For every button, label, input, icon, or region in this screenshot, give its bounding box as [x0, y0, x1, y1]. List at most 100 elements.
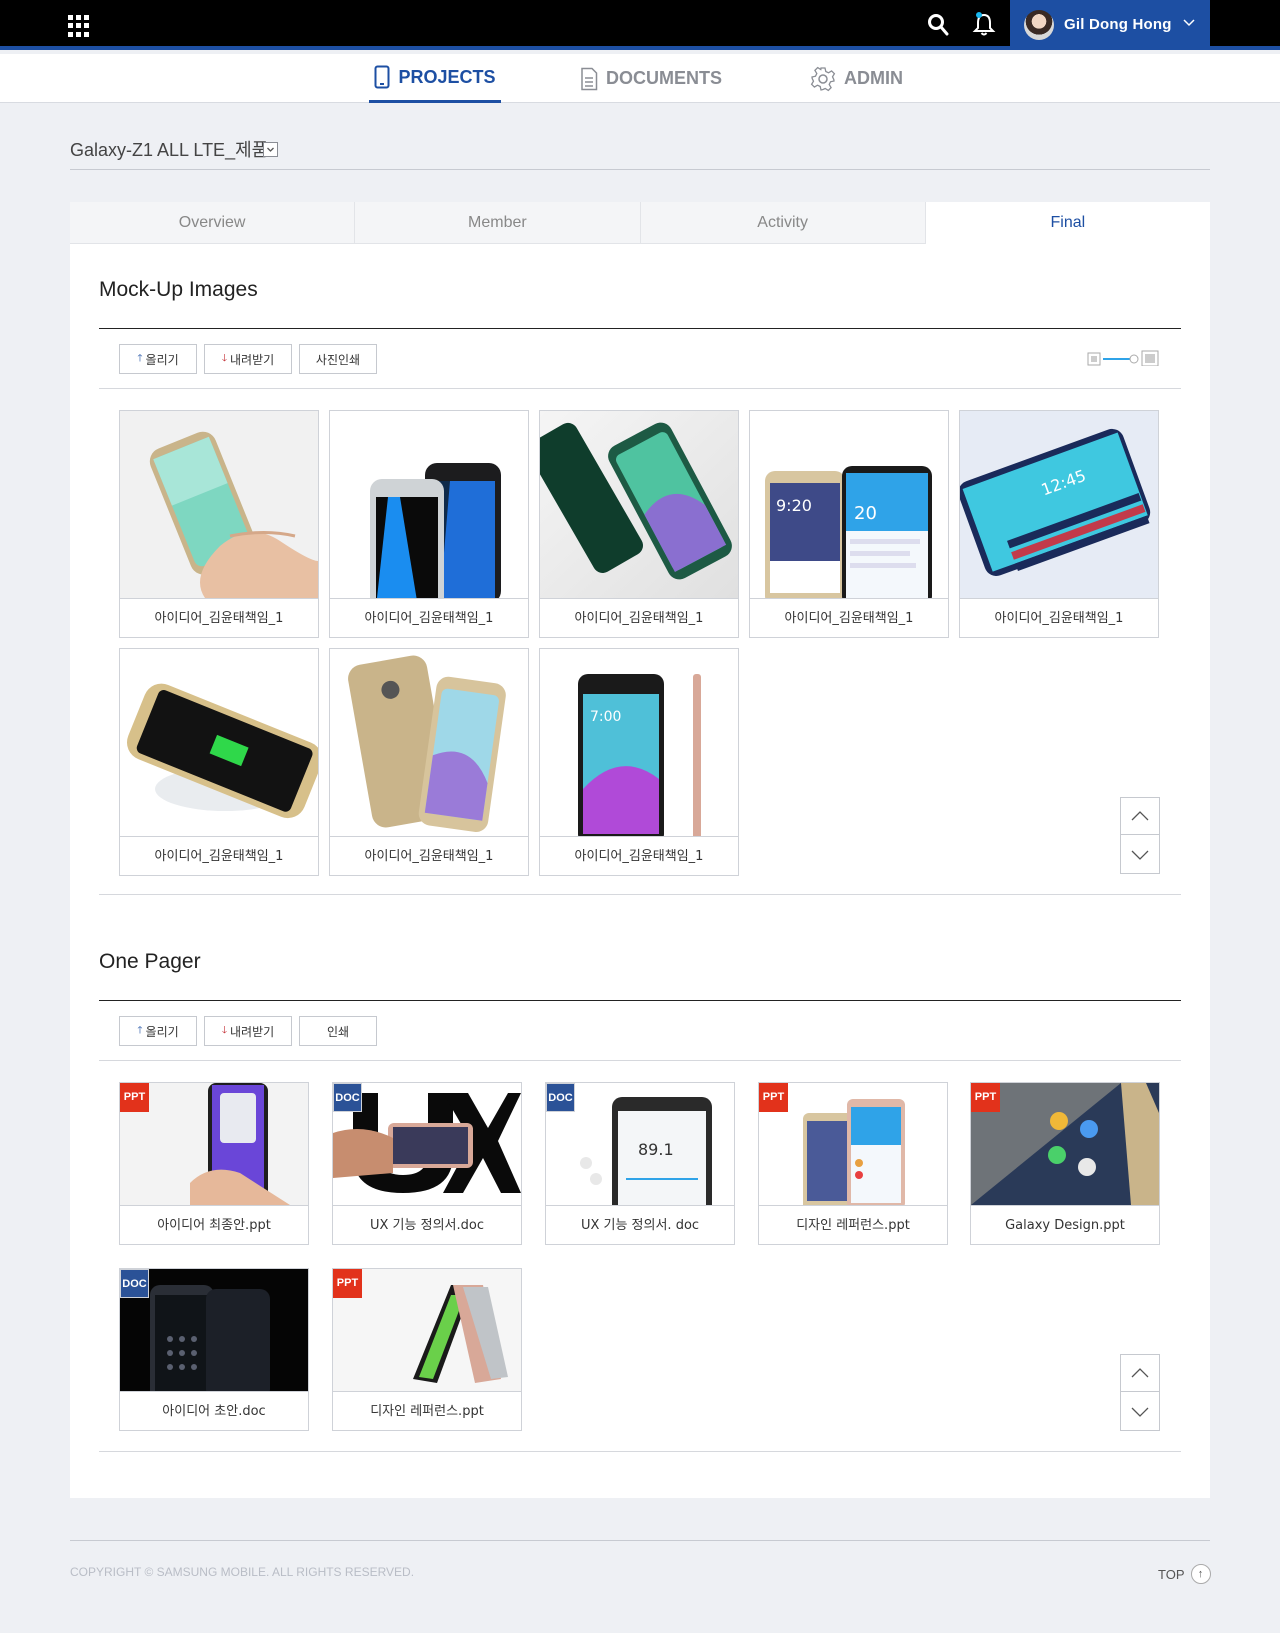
- upload-label: 올리기: [145, 1024, 179, 1039]
- gold-phones-image: [330, 649, 528, 836]
- svg-text:9:20: 9:20: [776, 496, 812, 515]
- divider: [99, 1000, 1181, 1001]
- divider: [99, 1451, 1181, 1452]
- svg-text:20: 20: [854, 503, 877, 524]
- mockup-section-title: Mock-Up Images: [99, 278, 258, 301]
- nav-label: ADMIN: [844, 68, 903, 88]
- scroll-down-button[interactable]: [1121, 836, 1159, 873]
- file-type-badge: PPT: [971, 1083, 1000, 1112]
- upload-button[interactable]: 🡑 올리기: [119, 1016, 197, 1046]
- hand-phone-image: [120, 411, 318, 598]
- document-caption: UX 기능 정의서.doc: [333, 1205, 521, 1244]
- thumbnail-caption: 아이디어_김윤태책임_1: [120, 836, 318, 875]
- thumbnail-caption: 아이디어_김윤태책임_1: [750, 598, 948, 637]
- arrow-down-icon: 🡓: [221, 1024, 228, 1036]
- nav-label: PROJECTS: [398, 66, 496, 87]
- document-caption: 디자인 레퍼런스.ppt: [759, 1205, 947, 1244]
- thumbnail-caption: 아이디어_김윤태책임_1: [330, 598, 528, 637]
- divider: [99, 1060, 1181, 1061]
- chevron-down-icon: [267, 147, 274, 152]
- print-label: 사진인쇄: [315, 352, 361, 367]
- galaxy-a-image: 7:00: [540, 649, 738, 836]
- thumbnail-caption: 아이디어_김윤태책임_1: [330, 836, 528, 875]
- upload-button[interactable]: 🡑 올리기: [119, 344, 197, 374]
- mockup-thumbnail[interactable]: 아이디어_김윤태책임_1: [119, 410, 319, 638]
- arrow-down-icon: 🡓: [221, 352, 228, 364]
- thumbnail-caption: 아이디어_김윤태책임_1: [540, 598, 738, 637]
- thumbnail-caption: 아이디어_김윤태책임_1: [120, 598, 318, 637]
- avatar: [1024, 10, 1054, 40]
- file-type-badge: DOC: [120, 1269, 149, 1298]
- mockup-thumbnail[interactable]: 12:45 아이디어_김윤태책임_1: [959, 410, 1159, 638]
- user-menu[interactable]: Gil Dong Hong: [1010, 0, 1210, 50]
- print-label: 인쇄: [326, 1024, 350, 1039]
- document-card[interactable]: DOC UX 기능 정의서.doc: [332, 1082, 522, 1245]
- nav-item-admin[interactable]: ADMIN: [810, 54, 903, 103]
- tab-activity[interactable]: Activity: [640, 202, 926, 244]
- project-title: Galaxy-Z1 ALL LTE_제품: [70, 140, 269, 160]
- print-button[interactable]: 인쇄: [299, 1016, 377, 1046]
- divider: [70, 169, 1210, 170]
- wireless-charger-image: [120, 649, 318, 836]
- mockup-thumbnail[interactable]: 9:20 20 아이디어_김윤태책임_1: [749, 410, 949, 638]
- scroll-down-button[interactable]: [1121, 1393, 1159, 1430]
- onepager-section-title: One Pager: [99, 950, 201, 973]
- scroll-up-button[interactable]: [1121, 1355, 1159, 1392]
- back-to-top-button[interactable]: TOP ↑: [1158, 1564, 1211, 1584]
- tab-member[interactable]: Member: [355, 202, 641, 244]
- divider: [99, 894, 1181, 895]
- user-name: Gil Dong Hong: [1064, 16, 1172, 33]
- arrow-up-icon: 🡑: [137, 1024, 143, 1036]
- mockup-thumbnail[interactable]: 아이디어_김윤태책임_1: [539, 410, 739, 638]
- nav-item-projects[interactable]: PROJECTS: [369, 54, 501, 103]
- document-card[interactable]: PPT 아이디어 최종안.ppt: [119, 1082, 309, 1245]
- chevron-up-icon: [1131, 811, 1149, 821]
- top-bar: Gil Dong Hong: [0, 0, 1280, 50]
- svg-text:7:00: 7:00: [590, 709, 621, 725]
- main-nav: PROJECTS DOCUMENTS ADMIN: [0, 54, 1280, 103]
- scroll-up-button[interactable]: [1121, 798, 1159, 835]
- gear-icon: [810, 66, 836, 91]
- project-dropdown-button[interactable]: [263, 142, 278, 157]
- mockup-thumbnail[interactable]: 7:00 아이디어_김윤태책임_1: [539, 648, 739, 876]
- mockup-pager: [1120, 797, 1160, 874]
- screen-phones-image: 9:20 20: [750, 411, 948, 598]
- app-grid-icon[interactable]: [68, 15, 90, 37]
- divider: [99, 328, 1181, 329]
- document-card[interactable]: PPT 디자인 레퍼런스.ppt: [332, 1268, 522, 1431]
- download-button[interactable]: 🡓 내려받기: [204, 344, 292, 374]
- document-caption: UX 기능 정의서. doc: [546, 1205, 734, 1244]
- tab-overview[interactable]: Overview: [70, 202, 356, 244]
- thumbnail-size-slider[interactable]: [1087, 350, 1159, 366]
- svg-text:89.1: 89.1: [638, 1140, 674, 1159]
- mockup-thumbnail[interactable]: 아이디어_김윤태책임_1: [329, 410, 529, 638]
- search-icon[interactable]: [927, 13, 949, 37]
- document-caption: 디자인 레퍼런스.ppt: [333, 1391, 521, 1430]
- print-photo-button[interactable]: 사진인쇄: [299, 344, 377, 374]
- thumbnail-caption: 아이디어_김윤태책임_1: [960, 598, 1158, 637]
- download-button[interactable]: 🡓 내려받기: [204, 1016, 292, 1046]
- tab-final[interactable]: Final: [925, 202, 1210, 244]
- document-card[interactable]: DOC 아이디어 초안.doc: [119, 1268, 309, 1431]
- document-icon: [581, 67, 598, 90]
- document-caption: 아이디어 초안.doc: [120, 1391, 308, 1430]
- chevron-up-icon: [1131, 1368, 1149, 1378]
- arrow-up-icon: 🡑: [137, 352, 143, 364]
- chevron-down-icon: [1131, 1407, 1149, 1417]
- divider: [70, 1540, 1210, 1541]
- edge-screen-image: 12:45: [960, 411, 1158, 598]
- mockup-thumbnail[interactable]: 아이디어_김윤태책임_1: [329, 648, 529, 876]
- file-type-badge: DOC: [546, 1083, 575, 1112]
- bell-icon[interactable]: [972, 11, 996, 37]
- phone-icon: [374, 65, 390, 89]
- copyright-text: COPYRIGHT © SAMSUNG MOBILE. ALL RIGHTS R…: [70, 1565, 415, 1579]
- tab-bar: Overview Member Activity Final: [70, 202, 1210, 244]
- nav-item-documents[interactable]: DOCUMENTS: [580, 54, 722, 103]
- document-card[interactable]: PPT 디자인 레퍼런스.ppt: [758, 1082, 948, 1245]
- document-card[interactable]: DOC 89.1 UX 기능 정의서. doc: [545, 1082, 735, 1245]
- document-card[interactable]: PPT Galaxy Design.ppt: [970, 1082, 1160, 1245]
- two-phones-image: [330, 411, 528, 598]
- upload-label: 올리기: [145, 352, 179, 367]
- edge-phones-image: [540, 411, 738, 598]
- mockup-thumbnail[interactable]: 아이디어_김윤태책임_1: [119, 648, 319, 876]
